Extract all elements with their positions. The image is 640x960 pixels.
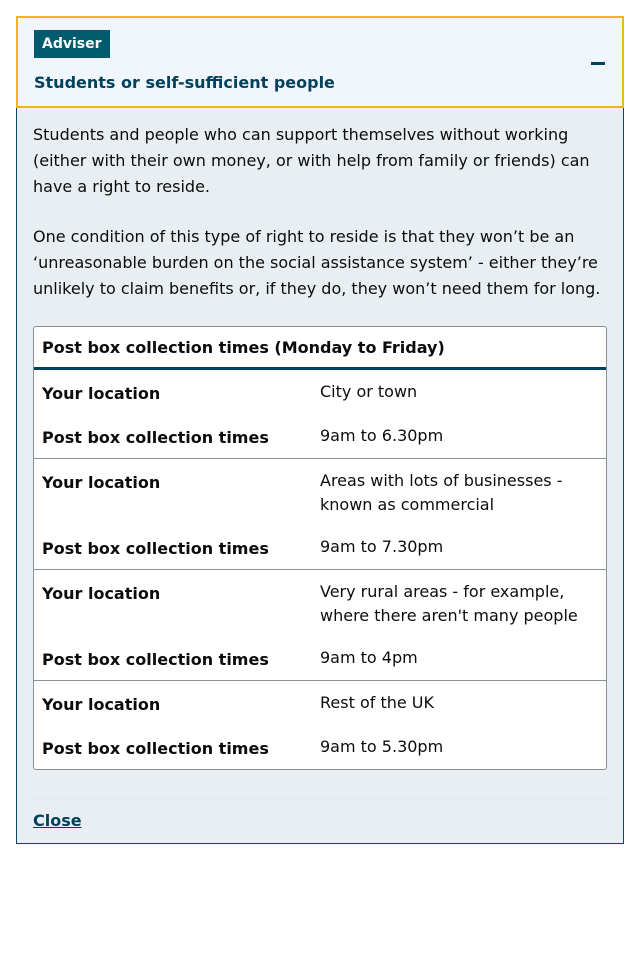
table-row: Your location Rest of the UK Post box co… <box>34 680 606 769</box>
location-label: Your location <box>42 384 161 403</box>
times-value: 9am to 4pm <box>320 648 418 667</box>
divider <box>33 798 607 799</box>
location-value: Very rural areas - for example, where th… <box>320 582 578 625</box>
location-label: Your location <box>42 584 161 603</box>
table-caption: Post box collection times (Monday to Fri… <box>34 327 606 370</box>
times-label: Post box collection times <box>42 650 269 669</box>
location-value: Rest of the UK <box>320 693 434 712</box>
table-row: Your location City or town Post box coll… <box>34 370 606 458</box>
adviser-accordion: Adviser Students or self-sufficient peop… <box>16 16 624 844</box>
minus-icon[interactable] <box>591 62 605 65</box>
location-value: City or town <box>320 382 418 401</box>
times-value: 9am to 7.30pm <box>320 537 444 556</box>
accordion-body: Students and people who can support them… <box>17 108 623 843</box>
location-label: Your location <box>42 695 161 714</box>
times-value: 9am to 5.30pm <box>320 737 444 756</box>
table-row: Your location Very rural areas - for exa… <box>34 569 606 680</box>
location-value: Areas with lots of businesses - known as… <box>320 471 563 514</box>
accordion-title[interactable]: Students or self-sufficient people <box>34 73 335 92</box>
times-label: Post box collection times <box>42 739 269 758</box>
times-label: Post box collection times <box>42 428 269 447</box>
times-value: 9am to 6.30pm <box>320 426 444 445</box>
location-label: Your location <box>42 473 161 492</box>
paragraph: One condition of this type of right to r… <box>33 227 601 298</box>
times-label: Post box collection times <box>42 539 269 558</box>
adviser-badge: Adviser <box>34 30 110 58</box>
accordion-header[interactable]: Adviser Students or self-sufficient peop… <box>16 16 624 108</box>
close-link[interactable]: Close <box>33 811 82 830</box>
collection-times-table: Post box collection times (Monday to Fri… <box>33 326 607 770</box>
table-row: Your location Areas with lots of busines… <box>34 458 606 569</box>
paragraph: Students and people who can support them… <box>33 125 590 196</box>
